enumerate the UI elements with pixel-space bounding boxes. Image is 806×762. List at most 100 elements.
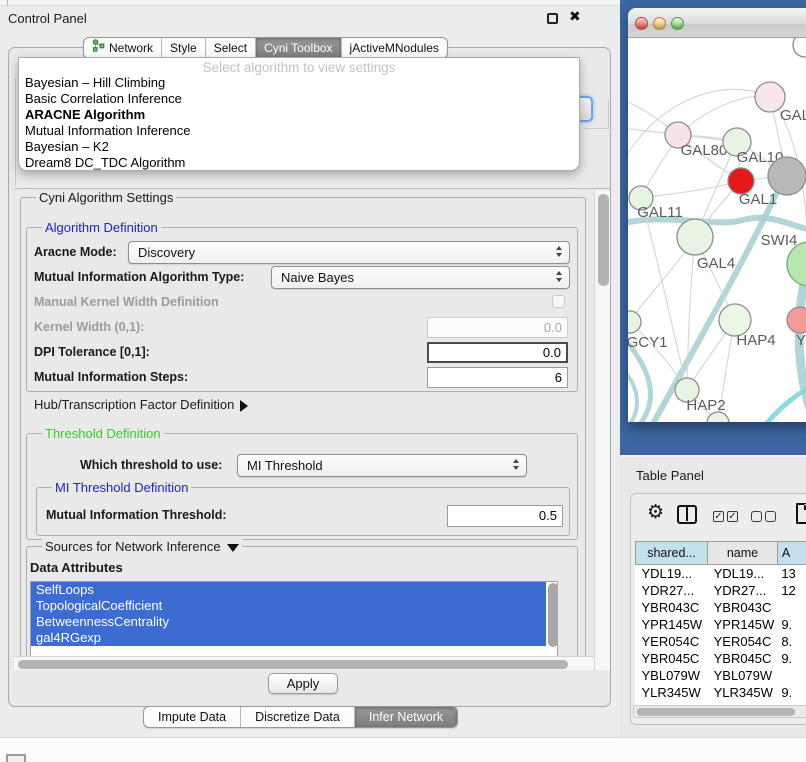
dpi-tolerance-field[interactable]: 0.0 bbox=[427, 342, 568, 363]
algorithm-option-basic-correlation-inference[interactable]: Basic Correlation Inference bbox=[22, 91, 576, 107]
table-cell[interactable]: YBR043C bbox=[708, 599, 778, 616]
attribute-item-betweennesscentrality[interactable]: BetweennessCentrality bbox=[31, 614, 546, 630]
scrollbar-thumb[interactable] bbox=[18, 660, 568, 669]
select-all-icon[interactable]: ✓ bbox=[727, 511, 738, 522]
table-cell[interactable]: YDR27... bbox=[636, 582, 708, 599]
apply-button[interactable]: Apply bbox=[268, 673, 338, 694]
column-header-a[interactable]: A bbox=[777, 542, 806, 565]
scrollbar-thumb[interactable] bbox=[598, 194, 609, 286]
combo-stepper-icon bbox=[556, 271, 562, 282]
control-panel-tabs: Network Style Select Cyni ToolboxjActiveMNo… bbox=[83, 37, 448, 59]
table-cell[interactable]: YPR145W bbox=[636, 616, 708, 633]
network-node-gcy1[interactable] bbox=[628, 311, 641, 333]
attribute-item-topologicalcoefficient[interactable]: TopologicalCoefficient bbox=[31, 598, 546, 614]
window-minimize-icon[interactable] bbox=[653, 17, 666, 30]
network-canvas[interactable]: GALGAL80GAL10GAL1GAL11GAL4SWI4GCY1HAP4YH… bbox=[628, 38, 806, 422]
tab-style[interactable]: Style bbox=[162, 38, 206, 58]
hub-definition-toggle[interactable]: Hub/Transcription Factor Definition bbox=[34, 398, 248, 412]
table-cell[interactable]: 8. bbox=[777, 633, 806, 650]
table-cell[interactable]: YBR043C bbox=[636, 599, 708, 616]
table-row[interactable]: YBR045CYBR045C9. bbox=[636, 650, 806, 667]
mi-algorithm-type-combo[interactable]: Naive Bayes bbox=[271, 266, 570, 289]
table-cell[interactable]: YBR045C bbox=[636, 650, 708, 667]
tab-select-label: Select bbox=[214, 37, 247, 59]
top-splitter[interactable] bbox=[0, 0, 620, 6]
table-cell[interactable]: YBR045C bbox=[708, 650, 778, 667]
manual-kernel-width-checkbox[interactable] bbox=[552, 295, 565, 308]
settings-vertical-scrollbar[interactable] bbox=[594, 190, 610, 670]
table-cell[interactable]: YBL079W bbox=[708, 667, 778, 684]
table-cell[interactable]: YDL19... bbox=[636, 565, 708, 582]
select-all-icon[interactable]: ✓ bbox=[713, 511, 724, 522]
table-row[interactable]: YLR345WYLR345W9. bbox=[636, 684, 806, 701]
table-cell[interactable]: 9. bbox=[777, 684, 806, 701]
algorithm-option-mutual-information-inference[interactable]: Mutual Information Inference bbox=[22, 123, 576, 139]
panel-toggle-icon[interactable] bbox=[6, 754, 26, 762]
tab-jactivemnodules[interactable]: jActiveMNodules bbox=[342, 38, 447, 58]
aracne-mode-combo[interactable]: Discovery bbox=[128, 241, 570, 264]
mi-threshold-definition-title: MI Threshold Definition bbox=[52, 480, 191, 495]
table-cell[interactable]: YER054C bbox=[708, 633, 778, 650]
table-cell[interactable]: YBL079W bbox=[636, 667, 708, 684]
gear-icon[interactable]: ⚙ bbox=[647, 501, 664, 525]
network-node-y[interactable] bbox=[787, 307, 806, 333]
table-row[interactable]: YPR145WYPR145W9. bbox=[636, 616, 806, 633]
network-window-titlebar[interactable] bbox=[628, 8, 806, 38]
algorithm-option-dream8-dc-tdc-algorithm[interactable]: Dream8 DC_TDC Algorithm bbox=[22, 155, 576, 171]
mi-threshold-label: Mutual Information Threshold: bbox=[46, 508, 227, 522]
table-cell[interactable]: YLR345W bbox=[708, 684, 778, 701]
attribute-item-gal4rgexp[interactable]: gal4RGexp bbox=[31, 630, 546, 646]
table-row[interactable]: YDL19...YDL19...13 bbox=[636, 565, 806, 582]
kernel-width-field[interactable]: 0.0 bbox=[427, 317, 568, 338]
table-row[interactable]: YER054CYER054C8. bbox=[636, 633, 806, 650]
node-attribute-table[interactable]: shared...nameA YDL19...YDL19...13YDR27..… bbox=[635, 541, 806, 718]
mi-steps-field[interactable]: 6 bbox=[427, 367, 568, 388]
table-cell[interactable] bbox=[777, 667, 806, 684]
tab-network-label: Network bbox=[109, 37, 153, 59]
algorithm-option-bayesian-k2[interactable]: Bayesian – K2 bbox=[22, 139, 576, 155]
table-row[interactable]: YBL079WYBL079W bbox=[636, 667, 806, 684]
network-node-unlabeled[interactable] bbox=[793, 38, 806, 57]
columns-icon[interactable] bbox=[677, 505, 697, 524]
which-threshold-combo[interactable]: MI Threshold bbox=[237, 454, 527, 477]
table-cell[interactable]: 9. bbox=[777, 616, 806, 633]
tab-select[interactable]: Select bbox=[206, 38, 256, 58]
tab-cyni-toolbox[interactable]: Cyni Toolbox bbox=[256, 38, 341, 58]
mi-threshold-field[interactable]: 0.5 bbox=[447, 505, 563, 527]
kernel-width-label: Kernel Width (0,1): bbox=[34, 320, 144, 334]
deselect-all-icon[interactable] bbox=[751, 511, 762, 522]
table-cell[interactable]: 9. bbox=[777, 650, 806, 667]
column-header-shared[interactable]: shared... bbox=[636, 542, 708, 565]
tab-discretize-data[interactable]: Discretize Data bbox=[241, 707, 355, 727]
column-header-name[interactable]: name bbox=[708, 542, 778, 565]
table-cell[interactable]: YLR345W bbox=[636, 684, 708, 701]
algorithm-option-bayesian-hill-climbing[interactable]: Bayesian – Hill Climbing bbox=[22, 75, 576, 91]
window-zoom-icon[interactable] bbox=[671, 17, 684, 30]
network-node-gal4[interactable] bbox=[677, 219, 713, 255]
deselect-all-icon[interactable] bbox=[765, 511, 776, 522]
tab-infer-network[interactable]: Infer Network bbox=[355, 707, 457, 727]
table-cell[interactable] bbox=[777, 599, 806, 616]
window-close-icon[interactable] bbox=[635, 17, 648, 30]
table-row[interactable]: YBR043CYBR043C bbox=[636, 599, 806, 616]
table-cell[interactable]: 13 bbox=[777, 565, 806, 582]
table-cell[interactable]: YER054C bbox=[636, 633, 708, 650]
float-panel-icon[interactable] bbox=[547, 13, 558, 24]
tab-impute-data[interactable]: Impute Data bbox=[144, 707, 241, 727]
settings-horizontal-scrollbar[interactable] bbox=[14, 656, 594, 670]
table-horizontal-scrollbar[interactable] bbox=[633, 705, 806, 718]
table-cell[interactable]: YDL19... bbox=[708, 565, 778, 582]
scrollbar-thumb[interactable] bbox=[637, 708, 795, 716]
document-icon[interactable] bbox=[796, 503, 806, 524]
sources-toggle[interactable]: Sources for Network Inference bbox=[42, 539, 242, 554]
network-node-unlabeled[interactable] bbox=[768, 157, 806, 195]
list-scrollbar-thumb[interactable] bbox=[548, 583, 558, 647]
attribute-item-selfloops[interactable]: SelfLoops bbox=[31, 582, 546, 598]
close-icon[interactable]: ✖ bbox=[569, 8, 581, 25]
algorithm-option-aracne-algorithm[interactable]: ARACNE Algorithm bbox=[22, 107, 576, 123]
table-cell[interactable]: 12 bbox=[777, 582, 806, 599]
table-cell[interactable]: YDR27... bbox=[708, 582, 778, 599]
table-cell[interactable]: YPR145W bbox=[708, 616, 778, 633]
tab-network[interactable]: Network bbox=[84, 38, 162, 58]
table-row[interactable]: YDR27...YDR27...12 bbox=[636, 582, 806, 599]
